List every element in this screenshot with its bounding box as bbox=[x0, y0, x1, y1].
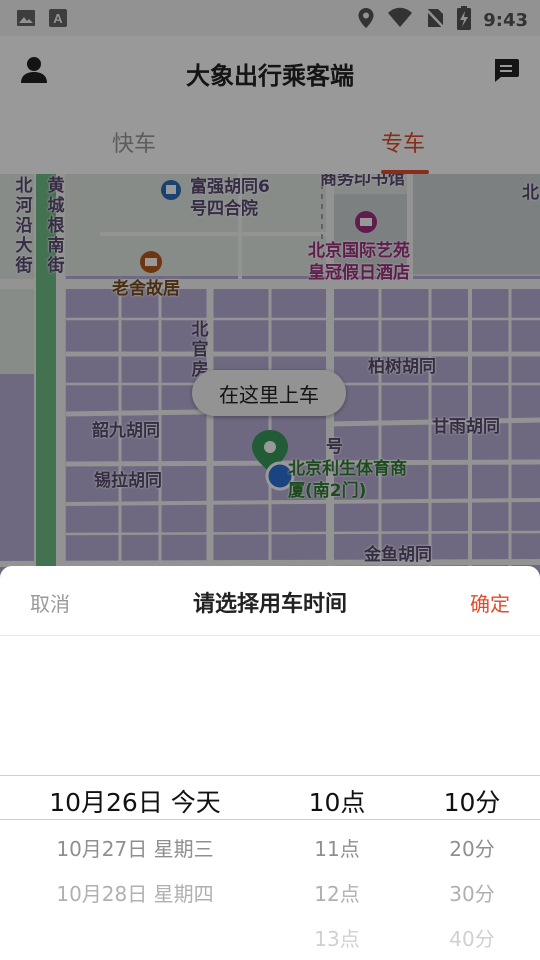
minute-wheel[interactable]: 10分 20分 30分 40分 bbox=[410, 635, 534, 960]
hour-option[interactable]: 11点 bbox=[272, 833, 402, 862]
confirm-button[interactable]: 确定 bbox=[470, 588, 510, 617]
hour-option[interactable]: 12点 bbox=[272, 878, 402, 907]
date-wheel[interactable]: 10月26日 今天 10月27日 星期三 10月28日 星期四 bbox=[0, 635, 270, 960]
app-root: A 9:43 大象出行乘客端 快车 专车 北河沿大街 黄城根南街 富强胡同6号四… bbox=[0, 0, 540, 960]
date-option[interactable]: 10月27日 星期三 bbox=[0, 833, 270, 862]
minute-option-selected[interactable]: 10分 bbox=[410, 783, 534, 819]
date-option[interactable]: 10月28日 星期四 bbox=[0, 878, 270, 907]
minute-option[interactable]: 20分 bbox=[410, 833, 534, 862]
time-picker-sheet: 取消 请选择用车时间 确定 10月26日 今天 10月27日 星期三 10月28… bbox=[0, 566, 540, 960]
minute-option[interactable]: 30分 bbox=[410, 878, 534, 907]
hour-option-selected[interactable]: 10点 bbox=[272, 783, 402, 819]
time-picker: 10月26日 今天 10月27日 星期三 10月28日 星期四 10点 11点 … bbox=[0, 635, 540, 960]
hour-wheel[interactable]: 10点 11点 12点 13点 bbox=[272, 635, 402, 960]
minute-option[interactable]: 40分 bbox=[410, 923, 534, 952]
sheet-title: 请选择用车时间 bbox=[192, 592, 347, 617]
sheet-header: 取消 请选择用车时间 确定 bbox=[0, 566, 540, 636]
hour-option[interactable]: 13点 bbox=[272, 923, 402, 952]
cancel-button[interactable]: 取消 bbox=[30, 588, 70, 617]
date-option-selected[interactable]: 10月26日 今天 bbox=[0, 783, 270, 819]
